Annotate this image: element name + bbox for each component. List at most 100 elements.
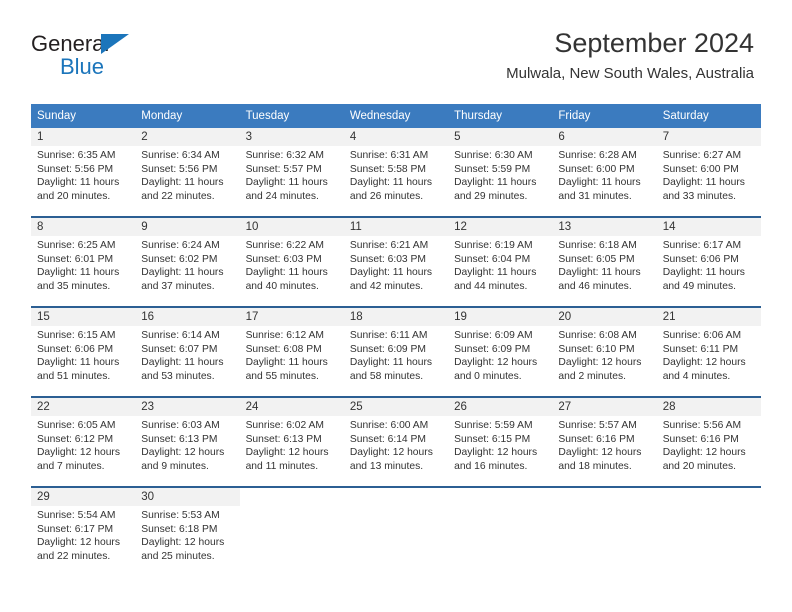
sunrise-text: Sunrise: 6:15 AM (37, 330, 116, 341)
sunrise-text: Sunrise: 6:27 AM (662, 150, 742, 161)
daylight-text-line2: and 44 minutes. (454, 280, 528, 292)
day-details: Sunrise: 6:21 AM Sunset: 6:03 PM Daylight:… (344, 236, 448, 293)
sunrise-text: Sunrise: 5:59 AM (454, 420, 533, 431)
sunset-text: Sunset: 6:00 PM (558, 163, 635, 175)
daylight-text-line1: Daylight: 12 hours (558, 357, 642, 369)
sunrise-text: Sunrise: 6:31 AM (349, 150, 429, 161)
weekday-header-tuesday: Tuesday (245, 110, 290, 122)
calendar-day-cell[interactable]: 11 Sunrise: 6:21 AM Sunset: 6:03 PM Dayligh… (343, 218, 449, 306)
sunset-text: Sunset: 6:15 PM (454, 433, 531, 445)
calendar-day-cell[interactable]: 30 Sunrise: 5:53 AM Sunset: 6:18 PM Dayligh… (135, 488, 240, 576)
day-number: 1 (31, 128, 136, 146)
calendar-grid: Sunday Monday Tuesday Wednesday Thursday Frid… (31, 104, 761, 576)
calendar-day-cell[interactable]: 3 Sunrise: 6:32 AM Sunset: 5:57 PM Daylight… (239, 128, 344, 216)
day-number (448, 488, 552, 506)
sunrise-text: Sunrise: 6:11 AM (349, 330, 428, 341)
calendar-week-row: 29 Sunrise: 5:54 AM Sunset: 6:17 PM Dayligh… (31, 486, 761, 576)
calendar-day-cell[interactable]: 22 Sunrise: 6:05 AM Sunset: 6:12 PM Dayligh… (31, 398, 136, 486)
day-number: 7 (656, 128, 761, 146)
daylight-text-line2: and 42 minutes. (349, 280, 424, 292)
calendar-day-cell[interactable]: 7 Sunrise: 6:27 AM Sunset: 6:00 PM Daylight… (656, 128, 761, 216)
day-details: Sunrise: 5:53 AM Sunset: 6:18 PM Daylight:… (135, 506, 239, 563)
day-number: 23 (135, 398, 240, 416)
day-number: 10 (239, 218, 344, 236)
day-details: Sunrise: 6:18 AM Sunset: 6:05 PM Daylight:… (552, 236, 656, 293)
calendar-day-cell[interactable]: 2 Sunrise: 6:34 AM Sunset: 5:56 PM Daylight… (135, 128, 240, 216)
calendar-day-cell-empty (552, 488, 657, 576)
calendar-day-cell[interactable]: 26 Sunrise: 5:59 AM Sunset: 6:15 PM Dayligh… (448, 398, 553, 486)
day-number: 11 (343, 218, 449, 236)
weekday-header-monday: Monday (141, 110, 183, 122)
sunset-text: Sunset: 6:12 PM (37, 433, 114, 445)
day-details (448, 506, 552, 509)
calendar-day-cell[interactable]: 8 Sunrise: 6:25 AM Sunset: 6:01 PM Daylight… (31, 218, 136, 306)
day-number: 30 (135, 488, 240, 506)
calendar-day-cell[interactable]: 5 Sunrise: 6:30 AM Sunset: 5:59 PM Daylight… (448, 128, 553, 216)
calendar-day-cell-empty (448, 488, 553, 576)
sunset-text: Sunset: 5:57 PM (245, 163, 322, 175)
daylight-text-line2: and 25 minutes. (141, 550, 215, 562)
day-details: Sunrise: 6:31 AM Sunset: 5:58 PM Daylight:… (344, 146, 448, 203)
page-title: September 2024 (554, 28, 754, 58)
calendar-day-cell[interactable]: 29 Sunrise: 5:54 AM Sunset: 6:17 PM Dayligh… (31, 488, 136, 576)
calendar-day-cell[interactable]: 16 Sunrise: 6:14 AM Sunset: 6:07 PM Dayligh… (135, 308, 240, 396)
day-details: Sunrise: 6:08 AM Sunset: 6:10 PM Daylight:… (552, 326, 656, 383)
daylight-text-line1: Daylight: 11 hours (245, 357, 328, 369)
calendar-week-row: 1 Sunrise: 6:35 AM Sunset: 5:56 PM Daylight… (31, 128, 761, 216)
daylight-text-line1: Daylight: 12 hours (37, 447, 120, 459)
sunrise-text: Sunrise: 6:35 AM (37, 150, 116, 161)
day-number: 19 (448, 308, 553, 326)
calendar-day-cell[interactable]: 6 Sunrise: 6:28 AM Sunset: 6:00 PM Daylight… (552, 128, 657, 216)
sunrise-text: Sunrise: 6:09 AM (454, 330, 533, 341)
daylight-text-line2: and 2 minutes. (558, 370, 626, 382)
daylight-text-line2: and 20 minutes. (37, 190, 111, 202)
calendar-day-cell[interactable]: 4 Sunrise: 6:31 AM Sunset: 5:58 PM Daylight… (343, 128, 449, 216)
sunset-text: Sunset: 6:16 PM (662, 433, 739, 445)
daylight-text-line2: and 4 minutes. (662, 370, 731, 382)
calendar-day-cell[interactable]: 19 Sunrise: 6:09 AM Sunset: 6:09 PM Dayligh… (448, 308, 553, 396)
calendar-day-cell[interactable]: 23 Sunrise: 6:03 AM Sunset: 6:13 PM Dayligh… (135, 398, 240, 486)
daylight-text-line1: Daylight: 11 hours (558, 267, 641, 279)
calendar-day-cell[interactable]: 17 Sunrise: 6:12 AM Sunset: 6:08 PM Dayligh… (239, 308, 344, 396)
daylight-text-line2: and 11 minutes. (245, 460, 319, 472)
sunrise-text: Sunrise: 6:30 AM (454, 150, 533, 161)
calendar-day-cell[interactable]: 14 Sunrise: 6:17 AM Sunset: 6:06 PM Dayligh… (656, 218, 761, 306)
sunset-text: Sunset: 6:09 PM (454, 343, 531, 355)
sunrise-text: Sunrise: 6:24 AM (141, 240, 220, 251)
day-details: Sunrise: 6:00 AM Sunset: 6:14 PM Daylight:… (344, 416, 448, 473)
calendar-day-cell[interactable]: 25 Sunrise: 6:00 AM Sunset: 6:14 PM Dayligh… (343, 398, 449, 486)
daylight-text-line1: Daylight: 12 hours (245, 447, 329, 459)
daylight-text-line2: and 51 minutes. (37, 370, 111, 382)
day-number: 25 (343, 398, 449, 416)
calendar-week-row: 22 Sunrise: 6:05 AM Sunset: 6:12 PM Dayligh… (31, 396, 761, 486)
daylight-text-line2: and 22 minutes. (37, 550, 111, 562)
day-details (657, 506, 761, 509)
day-details: Sunrise: 6:27 AM Sunset: 6:00 PM Daylight:… (657, 146, 761, 203)
logo-triangle-icon (101, 34, 129, 54)
calendar-day-cell[interactable]: 27 Sunrise: 5:57 AM Sunset: 6:16 PM Dayligh… (552, 398, 657, 486)
daylight-text-line2: and 58 minutes. (349, 370, 424, 382)
daylight-text-line1: Daylight: 11 hours (349, 177, 433, 189)
sunset-text: Sunset: 6:03 PM (349, 253, 426, 265)
sunset-text: Sunset: 6:14 PM (349, 433, 426, 445)
sunrise-text: Sunrise: 6:28 AM (558, 150, 637, 161)
calendar-day-cell[interactable]: 10 Sunrise: 6:22 AM Sunset: 6:03 PM Dayligh… (239, 218, 344, 306)
calendar-day-cell[interactable]: 9 Sunrise: 6:24 AM Sunset: 6:02 PM Daylight… (135, 218, 240, 306)
day-number: 8 (31, 218, 136, 236)
calendar-day-cell[interactable]: 20 Sunrise: 6:08 AM Sunset: 6:10 PM Dayligh… (552, 308, 657, 396)
sunrise-text: Sunrise: 6:06 AM (662, 330, 742, 341)
calendar-day-cell[interactable]: 1 Sunrise: 6:35 AM Sunset: 5:56 PM Daylight… (31, 128, 136, 216)
sunset-text: Sunset: 6:17 PM (37, 523, 114, 535)
sunrise-text: Sunrise: 6:14 AM (141, 330, 220, 341)
sunset-text: Sunset: 5:56 PM (141, 163, 218, 175)
calendar-day-cell[interactable]: 12 Sunrise: 6:19 AM Sunset: 6:04 PM Dayligh… (448, 218, 553, 306)
calendar-day-cell[interactable]: 18 Sunrise: 6:11 AM Sunset: 6:09 PM Dayligh… (343, 308, 449, 396)
sunset-text: Sunset: 6:03 PM (245, 253, 322, 265)
calendar-day-cell[interactable]: 15 Sunrise: 6:15 AM Sunset: 6:06 PM Dayligh… (31, 308, 136, 396)
sunrise-text: Sunrise: 6:00 AM (349, 420, 429, 431)
calendar-day-cell[interactable]: 24 Sunrise: 6:02 AM Sunset: 6:13 PM Dayligh… (239, 398, 344, 486)
calendar-day-cell[interactable]: 28 Sunrise: 5:56 AM Sunset: 6:16 PM Dayligh… (656, 398, 761, 486)
calendar-day-cell[interactable]: 13 Sunrise: 6:18 AM Sunset: 6:05 PM Dayligh… (552, 218, 657, 306)
calendar-day-cell[interactable]: 21 Sunrise: 6:06 AM Sunset: 6:11 PM Dayligh… (656, 308, 761, 396)
sunset-text: Sunset: 6:11 PM (662, 343, 739, 355)
